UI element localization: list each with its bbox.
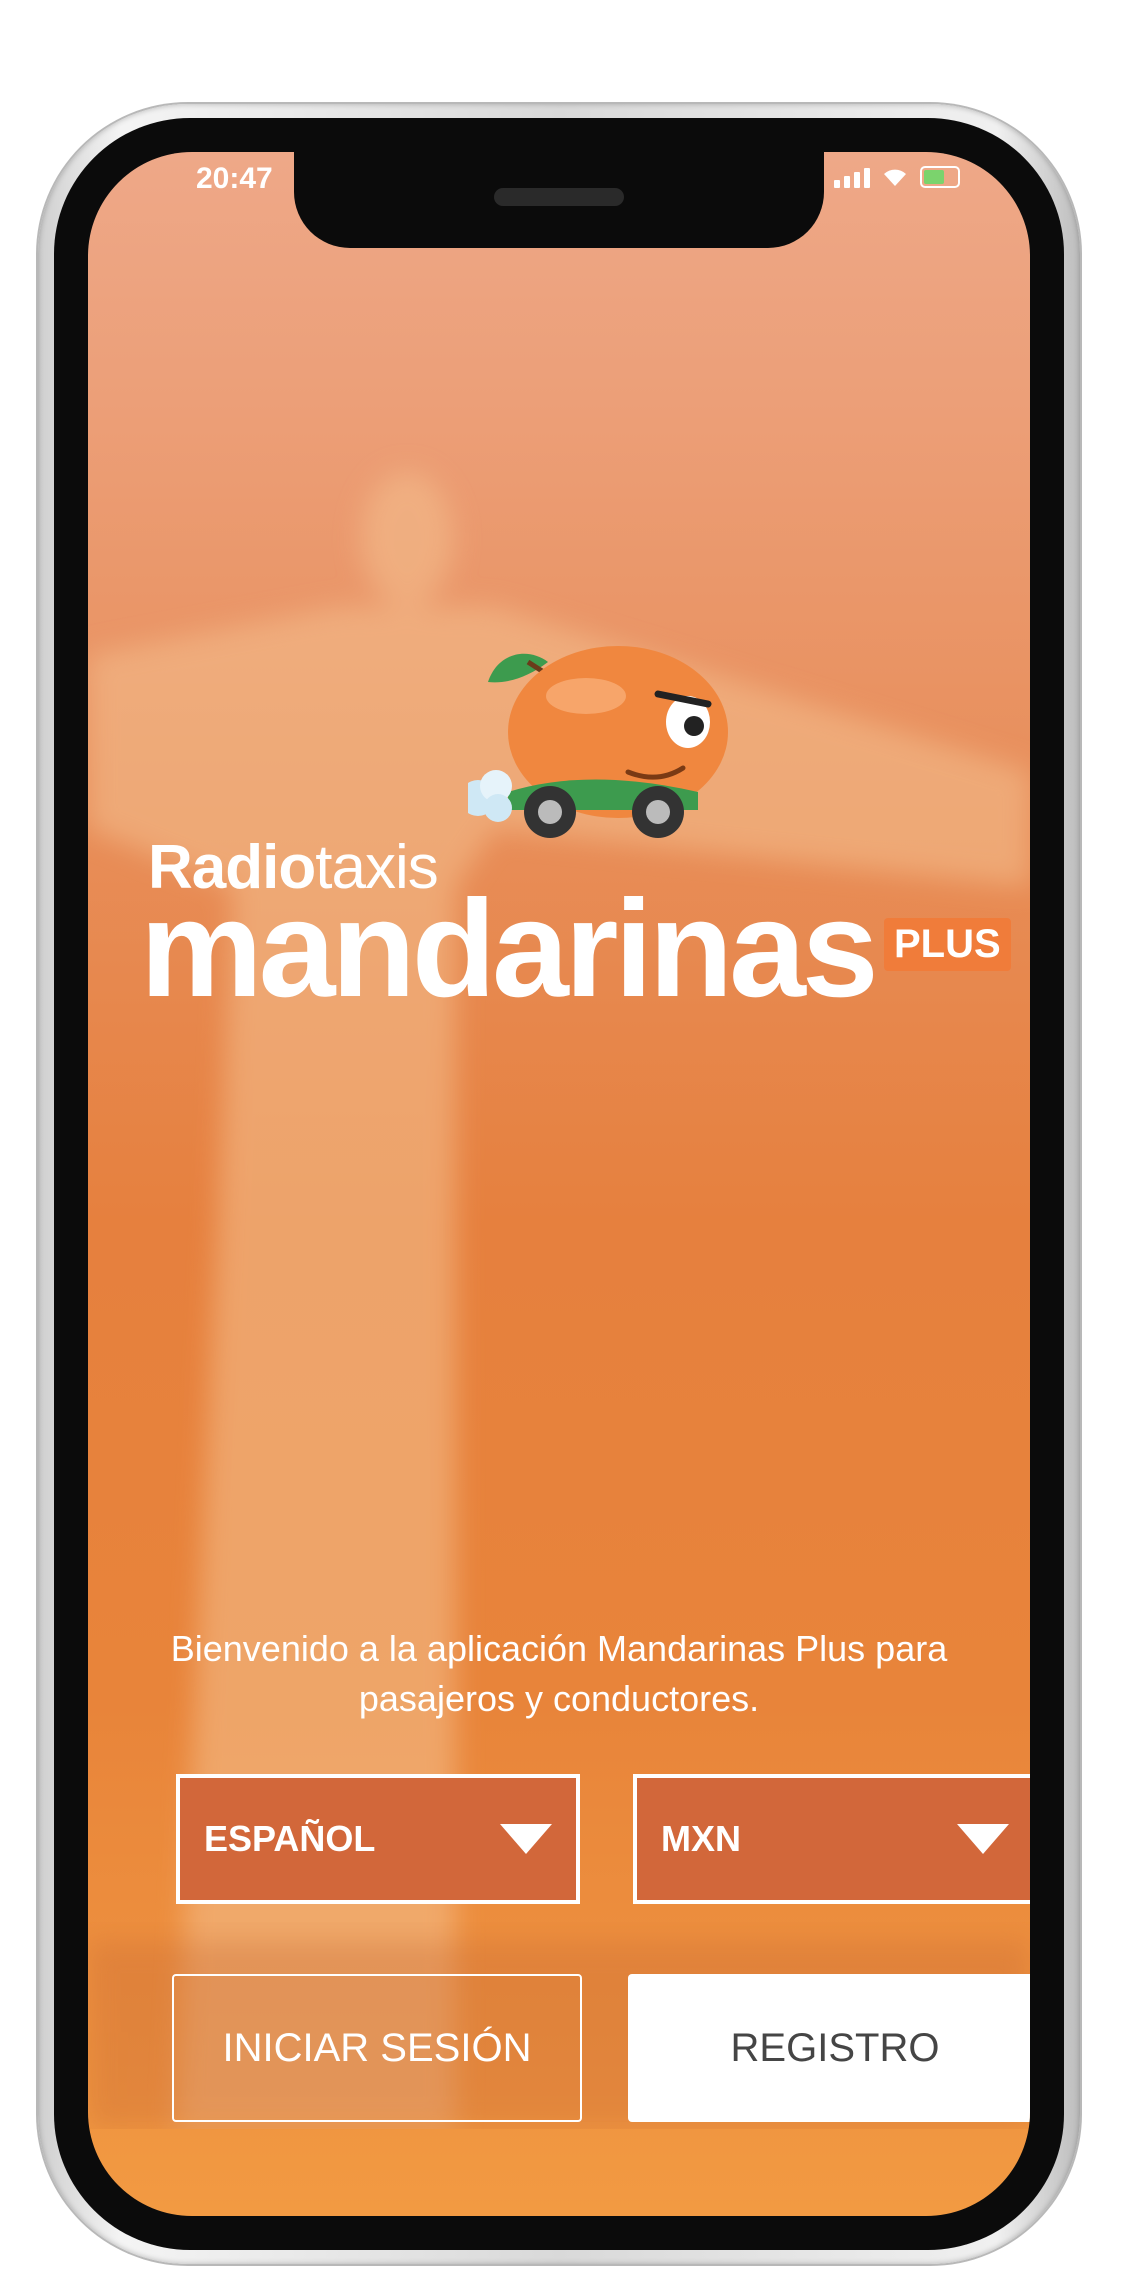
status-time: 20:47 — [196, 162, 273, 195]
currency-select-value: MXN — [661, 1818, 741, 1859]
wifi-icon — [884, 169, 906, 186]
language-select[interactable]: ESPAÑOL — [176, 1774, 580, 1904]
phone-frame: 20:47 Radiotaxis mandarinas PLUS Bienven… — [38, 104, 1080, 2264]
welcome-message: Bienvenido a la aplicación Mandarinas Pl… — [170, 1628, 948, 1719]
phone-bezel: 20:47 Radiotaxis mandarinas PLUS Bienven… — [54, 118, 1064, 2250]
logo-brand-text: mandarinas — [140, 872, 879, 1026]
logo-plus-badge: PLUS — [884, 918, 1011, 971]
signal-icon — [834, 168, 870, 188]
battery-icon — [920, 166, 960, 188]
speaker-grille — [494, 188, 624, 206]
language-select-value: ESPAÑOL — [204, 1818, 376, 1859]
mandarin-taxi-mascot-icon — [468, 646, 728, 838]
currency-select[interactable]: MXN — [633, 1774, 1030, 1904]
app-screen: 20:47 Radiotaxis mandarinas PLUS Bienven… — [88, 152, 1030, 2216]
app-logo: Radiotaxis mandarinas PLUS — [88, 622, 1030, 1018]
chevron-down-icon — [957, 1824, 1009, 1854]
chevron-down-icon — [500, 1824, 552, 1854]
status-icons — [834, 166, 960, 188]
register-button[interactable]: REGISTRO — [628, 1974, 1030, 2122]
phone-notch — [294, 152, 824, 248]
login-button[interactable]: INICIAR SESIÓN — [172, 1974, 582, 2122]
